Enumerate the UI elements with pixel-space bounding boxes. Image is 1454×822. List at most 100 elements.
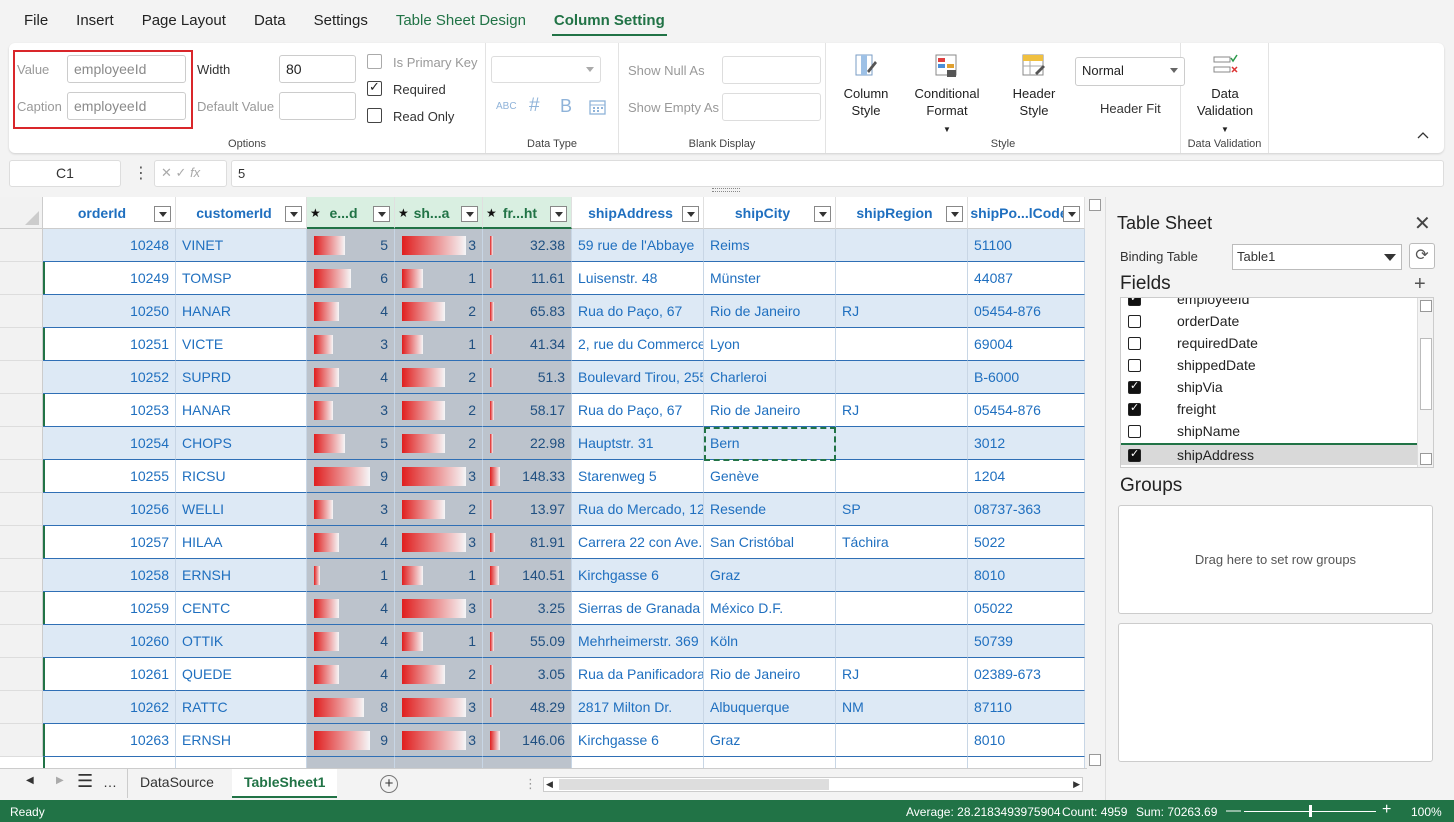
fields-scrollbar[interactable]	[1417, 298, 1433, 467]
menu-insert[interactable]: Insert	[62, 0, 128, 42]
table-cell[interactable]: Rua da Panificadora	[572, 658, 704, 691]
table-cell[interactable]: SUPRD	[176, 361, 307, 394]
table-cell[interactable]: 1	[395, 262, 483, 295]
field-item[interactable]: orderDate	[1121, 311, 1417, 333]
table-cell[interactable]	[836, 592, 968, 625]
table-cell[interactable]: VICTE	[176, 328, 307, 361]
table-cell[interactable]: 10259	[43, 592, 176, 625]
table-cell[interactable]	[704, 757, 836, 768]
table-cell[interactable]: SP	[836, 493, 968, 526]
table-cell[interactable]: 10262	[43, 691, 176, 724]
table-cell[interactable]: NM	[836, 691, 968, 724]
column-header-shipcity[interactable]: shipCity	[704, 197, 836, 229]
table-cell[interactable]: 4	[307, 592, 395, 625]
table-cell[interactable]: 3.05	[483, 658, 572, 691]
field-checkbox[interactable]	[1128, 447, 1141, 462]
table-cell[interactable]: Reims	[704, 229, 836, 262]
scroll-left-arrow[interactable]: ◀	[546, 779, 553, 790]
table-cell[interactable]: 05454-876	[968, 394, 1085, 427]
table-cell[interactable]: ERNSH	[176, 724, 307, 757]
field-checkbox[interactable]	[1128, 359, 1141, 372]
scroll-up-arrow[interactable]	[1089, 199, 1101, 211]
table-cell[interactable]	[836, 328, 968, 361]
table-cell[interactable]: 41.34	[483, 328, 572, 361]
field-checkbox[interactable]	[1128, 379, 1141, 394]
table-cell[interactable]: Genève	[704, 460, 836, 493]
zoom-slider-thumb[interactable]	[1309, 805, 1312, 817]
table-cell[interactable]: 32.38	[483, 229, 572, 262]
table-cell[interactable]: 3012	[968, 427, 1085, 460]
field-item[interactable]: employeeId	[1121, 298, 1417, 311]
table-cell[interactable]: 3	[307, 328, 395, 361]
table-cell[interactable]: 87110	[968, 691, 1085, 724]
table-cell[interactable]: 9	[307, 724, 395, 757]
table-cell[interactable]: 140.51	[483, 559, 572, 592]
table-cell[interactable]: B-6000	[968, 361, 1085, 394]
row-header[interactable]	[0, 559, 43, 592]
binding-table-select[interactable]: Table1	[1232, 244, 1402, 270]
collapse-ribbon-icon[interactable]	[1417, 131, 1429, 139]
table-cell[interactable]: 1	[307, 559, 395, 592]
table-cell[interactable]: San Cristóbal	[704, 526, 836, 559]
tab-prev-icon[interactable]: ◀	[26, 775, 34, 786]
column-style-button[interactable]: Column Style	[840, 53, 892, 119]
scroll-thumb[interactable]	[1420, 338, 1432, 410]
filter-dropdown-icon[interactable]	[285, 206, 302, 222]
table-cell[interactable]	[572, 757, 704, 768]
menu-table-sheet-design[interactable]: Table Sheet Design	[382, 0, 540, 42]
filter-dropdown-icon[interactable]	[946, 206, 963, 222]
table-cell[interactable]: Kirchgasse 6	[572, 559, 704, 592]
table-cell[interactable]: 5022	[968, 526, 1085, 559]
boolean-type-icon[interactable]: B	[560, 96, 572, 117]
table-cell[interactable]: 10258	[43, 559, 176, 592]
table-cell[interactable]: 55.09	[483, 625, 572, 658]
table-cell[interactable]: 6	[307, 262, 395, 295]
table-cell[interactable]: 59 rue de l'Abbaye	[572, 229, 704, 262]
scroll-down-arrow[interactable]	[1420, 453, 1432, 465]
table-cell[interactable]: 2	[395, 493, 483, 526]
text-type-icon[interactable]: ABC	[496, 101, 517, 112]
header-fit-select[interactable]: Normal	[1075, 57, 1185, 86]
primary-key-checkbox[interactable]	[367, 54, 382, 69]
menu-page-layout[interactable]: Page Layout	[128, 0, 240, 42]
table-cell[interactable]: 2	[395, 427, 483, 460]
scroll-thumb[interactable]	[559, 779, 829, 790]
table-cell[interactable]	[395, 757, 483, 768]
table-cell[interactable]: QUEDE	[176, 658, 307, 691]
table-cell[interactable]: RJ	[836, 394, 968, 427]
field-checkbox[interactable]	[1128, 315, 1141, 328]
table-cell[interactable]: 69004	[968, 328, 1085, 361]
column-header-shipvia[interactable]: ★ sh...a	[395, 197, 483, 229]
table-cell[interactable]: 10255	[43, 460, 176, 493]
table-cell[interactable]: Graz	[704, 559, 836, 592]
data-validation-button[interactable]: Data Validation ▼	[1193, 53, 1257, 138]
row-groups-dropzone[interactable]: Drag here to set row groups	[1118, 505, 1433, 614]
show-empty-input[interactable]	[722, 93, 821, 121]
table-cell[interactable]: 8	[307, 691, 395, 724]
menu-column-setting[interactable]: Column Setting	[540, 0, 679, 42]
column-header-orderid[interactable]: orderId	[43, 197, 176, 229]
table-cell[interactable]: 10261	[43, 658, 176, 691]
spreadsheet-grid[interactable]: orderId customerId ★ e...d ★ sh...a ★ fr...ht sh…	[0, 197, 1085, 768]
table-cell[interactable]	[43, 757, 176, 768]
column-header-shipaddress[interactable]: shipAddress	[572, 197, 704, 229]
table-cell[interactable]: 3	[307, 493, 395, 526]
table-cell[interactable]: Starenweg 5	[572, 460, 704, 493]
table-cell[interactable]: 2	[395, 394, 483, 427]
row-header[interactable]	[0, 592, 43, 625]
table-cell[interactable]: 2	[395, 658, 483, 691]
filter-dropdown-icon[interactable]	[1063, 206, 1080, 222]
show-null-input[interactable]	[722, 56, 821, 84]
field-checkbox[interactable]	[1128, 337, 1141, 350]
table-cell[interactable]: 9	[307, 460, 395, 493]
table-cell[interactable]: Rio de Janeiro	[704, 295, 836, 328]
date-type-icon[interactable]	[589, 99, 606, 115]
column-header-freight[interactable]: ★ fr...ht	[483, 197, 572, 229]
table-cell[interactable]: 5	[307, 229, 395, 262]
table-cell[interactable]: TOMSP	[176, 262, 307, 295]
filter-dropdown-icon[interactable]	[373, 206, 390, 222]
table-cell[interactable]: 10254	[43, 427, 176, 460]
column-header-employeeid[interactable]: ★ e...d	[307, 197, 395, 229]
field-item[interactable]: shipAddress	[1121, 443, 1417, 465]
scroll-up-arrow[interactable]	[1420, 300, 1432, 312]
